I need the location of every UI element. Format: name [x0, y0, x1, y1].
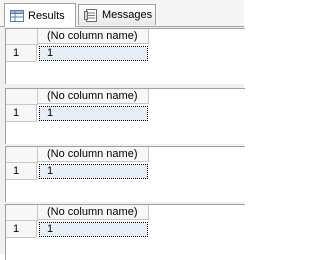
grid-corner[interactable] — [6, 147, 38, 163]
column-header[interactable]: (No column name) — [38, 29, 149, 44]
column-header[interactable]: (No column name) — [38, 147, 149, 162]
grid-corner[interactable] — [6, 205, 38, 221]
row-number[interactable]: 1 — [6, 45, 37, 62]
results-tab-bar: Results Messages — [0, 0, 244, 27]
tab-results-label: Results — [28, 9, 65, 22]
tab-results[interactable]: Results — [4, 3, 76, 27]
result-grid-3[interactable]: (No column name) 1 1 — [5, 146, 245, 202]
result-grid-2[interactable]: (No column name) 1 1 — [5, 88, 245, 144]
tab-messages[interactable]: Messages — [78, 4, 156, 25]
result-cell[interactable]: 1 — [39, 164, 148, 179]
results-pane: (No column name) 1 1 (No column name) 1 … — [0, 27, 245, 260]
grid-corner[interactable] — [6, 29, 38, 45]
row-number[interactable]: 1 — [6, 221, 37, 238]
messages-icon — [84, 8, 97, 22]
row-number[interactable]: 1 — [6, 163, 37, 180]
grid-icon — [10, 9, 24, 22]
column-header[interactable]: (No column name) — [38, 205, 149, 220]
result-cell[interactable]: 1 — [39, 222, 148, 237]
row-number[interactable]: 1 — [6, 105, 37, 122]
tab-messages-label: Messages — [102, 9, 153, 21]
grid-corner[interactable] — [6, 89, 38, 105]
result-grid-1[interactable]: (No column name) 1 1 — [5, 28, 245, 84]
result-grid-4[interactable]: (No column name) 1 1 — [5, 204, 245, 260]
result-cell[interactable]: 1 — [39, 46, 148, 61]
column-header[interactable]: (No column name) — [38, 89, 149, 104]
result-cell[interactable]: 1 — [39, 106, 148, 121]
